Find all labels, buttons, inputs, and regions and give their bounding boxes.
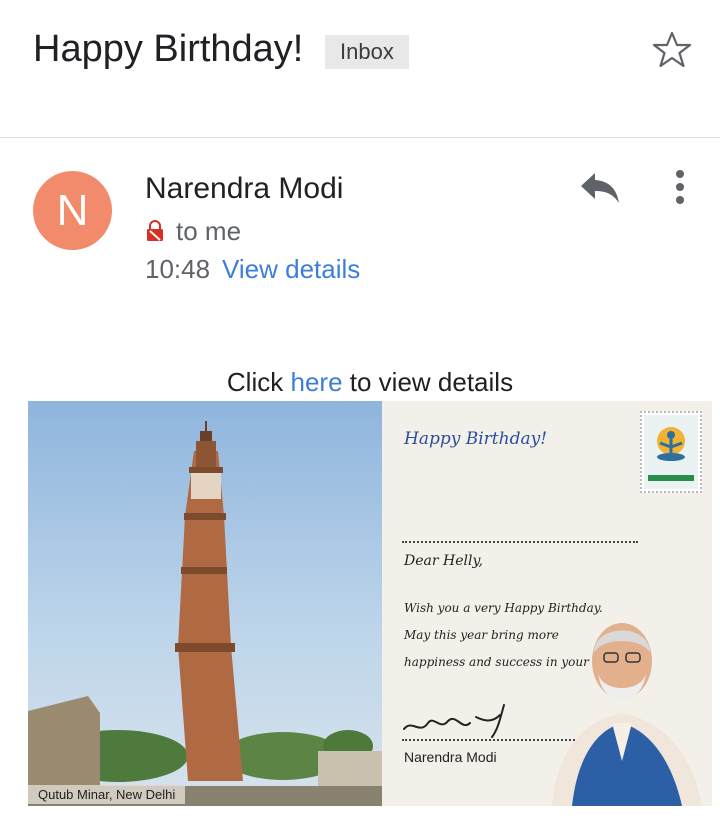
reply-icon[interactable] <box>578 170 622 206</box>
handwritten-signature <box>403 704 505 738</box>
postage-stamp <box>640 411 702 493</box>
subject-bar: Happy Birthday! Inbox <box>0 0 720 138</box>
avatar[interactable]: N <box>33 171 112 250</box>
qutub-minar-photo: Qutub Minar, New Delhi <box>28 401 382 806</box>
view-details-link[interactable]: View details <box>222 254 360 285</box>
click-here-link[interactable]: here <box>290 367 342 397</box>
card-greeting: Happy Birthday! <box>404 429 548 449</box>
star-icon[interactable] <box>652 30 692 70</box>
click-suffix: to view details <box>349 367 514 397</box>
photo-caption: Qutub Minar, New Delhi <box>28 785 186 804</box>
qutub-minar-illustration <box>28 421 382 806</box>
recipient-text[interactable]: to me <box>176 216 241 247</box>
header-divider <box>0 137 720 138</box>
message-time: 10:48 <box>145 254 211 284</box>
more-options-icon[interactable] <box>668 168 692 208</box>
yoga-stamp-icon <box>644 415 698 489</box>
lock-icon <box>147 220 163 241</box>
card-divider <box>402 541 638 543</box>
card-paper: Happy Birthday! Dear Helly, Wish you a v… <box>382 401 712 806</box>
email-subject: Happy Birthday! <box>33 28 304 70</box>
card-signature-name: Narendra Modi <box>404 749 497 765</box>
card-dear: Dear Helly, <box>404 553 483 569</box>
birthday-card-image[interactable]: Qutub Minar, New Delhi Happy Birthday! D… <box>28 401 712 806</box>
portrait-illustration <box>552 623 702 806</box>
inbox-label-chip[interactable]: Inbox <box>325 35 409 69</box>
sender-name: Narendra Modi <box>145 172 344 205</box>
click-prefix: Click <box>226 367 284 397</box>
click-here-line: Click here to view details <box>0 367 720 398</box>
